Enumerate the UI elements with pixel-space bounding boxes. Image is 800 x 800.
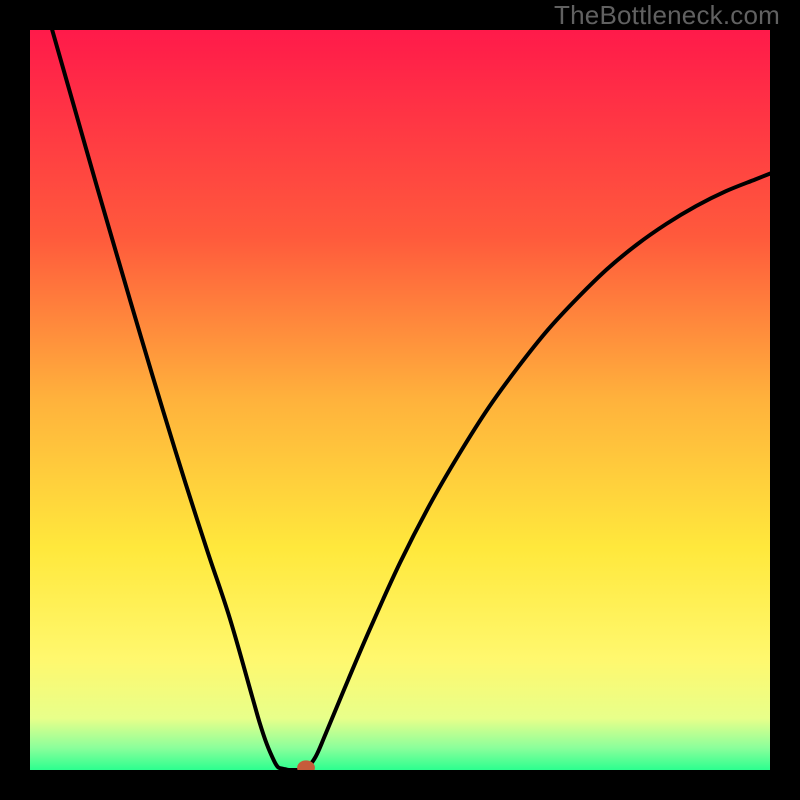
- chart-plot: [30, 30, 770, 770]
- chart-svg: [30, 30, 770, 770]
- gradient-background: [30, 30, 770, 770]
- watermark-text: TheBottleneck.com: [554, 0, 780, 31]
- chart-frame: TheBottleneck.com: [0, 0, 800, 800]
